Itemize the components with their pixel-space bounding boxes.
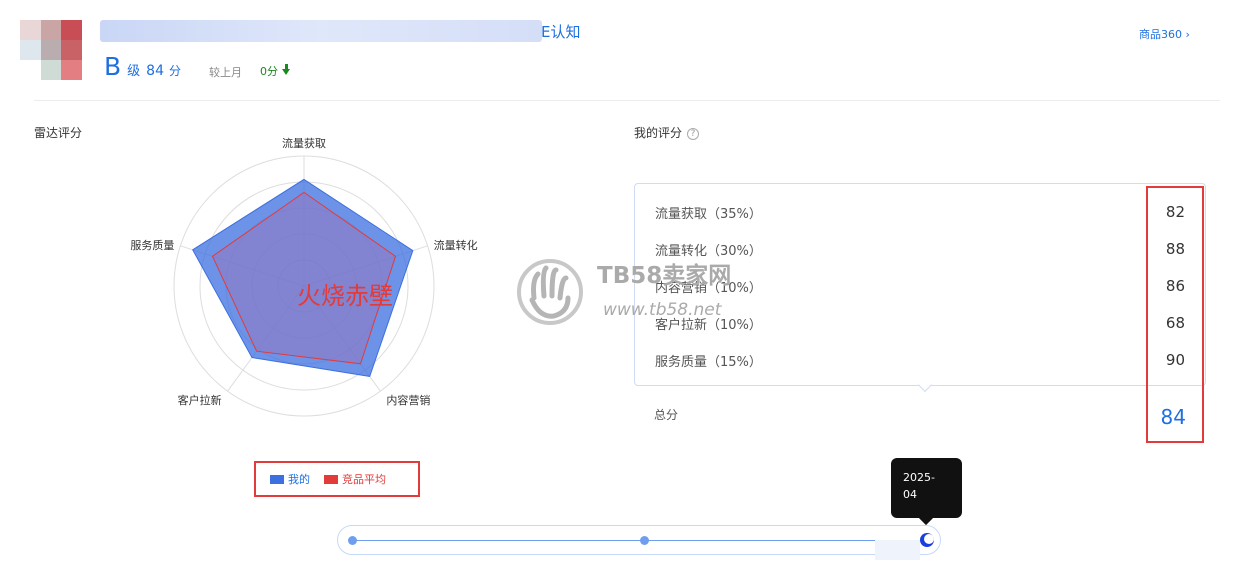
score-section-title: 我的评分? [634, 124, 700, 141]
timeline-dot-mid[interactable] [640, 536, 649, 545]
timeline-blur [875, 540, 920, 560]
legend-swatch-mine [270, 474, 284, 484]
score-label-service: 服务质量（15%） [655, 355, 762, 370]
watermark-overlay-text: 火烧赤壁 [297, 282, 393, 310]
watermark-url: www.tb58.net [603, 300, 722, 320]
watermark-hand-icon [517, 259, 583, 325]
radar-axis-label: 服务质量 [130, 239, 174, 252]
legend-swatch-competitor [324, 474, 338, 484]
watermark-brand: TB58卖家网 [597, 263, 732, 289]
score-section-title-text: 我的评分 [634, 126, 683, 140]
total-score-label: 总分 [654, 408, 679, 422]
tooltip-line1: 2025- [903, 471, 935, 484]
timeline-dot-start[interactable] [348, 536, 357, 545]
legend-item-mine[interactable]: 我的 [270, 471, 310, 487]
timeline-tooltip: 2025- 04 [891, 458, 962, 518]
timeline-handle[interactable] [920, 533, 934, 547]
legend-item-competitor[interactable]: 竞品平均 [324, 471, 386, 487]
scores-highlight-box [1146, 186, 1204, 443]
radar-legend: 我的 竞品平均 [254, 461, 420, 497]
score-label-traffic: 流量获取（35%） [655, 207, 762, 222]
help-circle-icon[interactable]: ? [687, 127, 700, 140]
radar-axis-label: 流量转化 [434, 238, 478, 252]
legend-label-competitor: 竞品平均 [342, 473, 386, 486]
timeline-track [352, 540, 917, 541]
tooltip-line2: 04 [903, 488, 917, 501]
legend-label-mine: 我的 [288, 473, 310, 486]
radar-axis-label: 客户拉新 [178, 393, 222, 407]
radar-axis-label: 内容营销 [386, 393, 430, 407]
radar-axis-label: 流量获取 [282, 136, 326, 150]
